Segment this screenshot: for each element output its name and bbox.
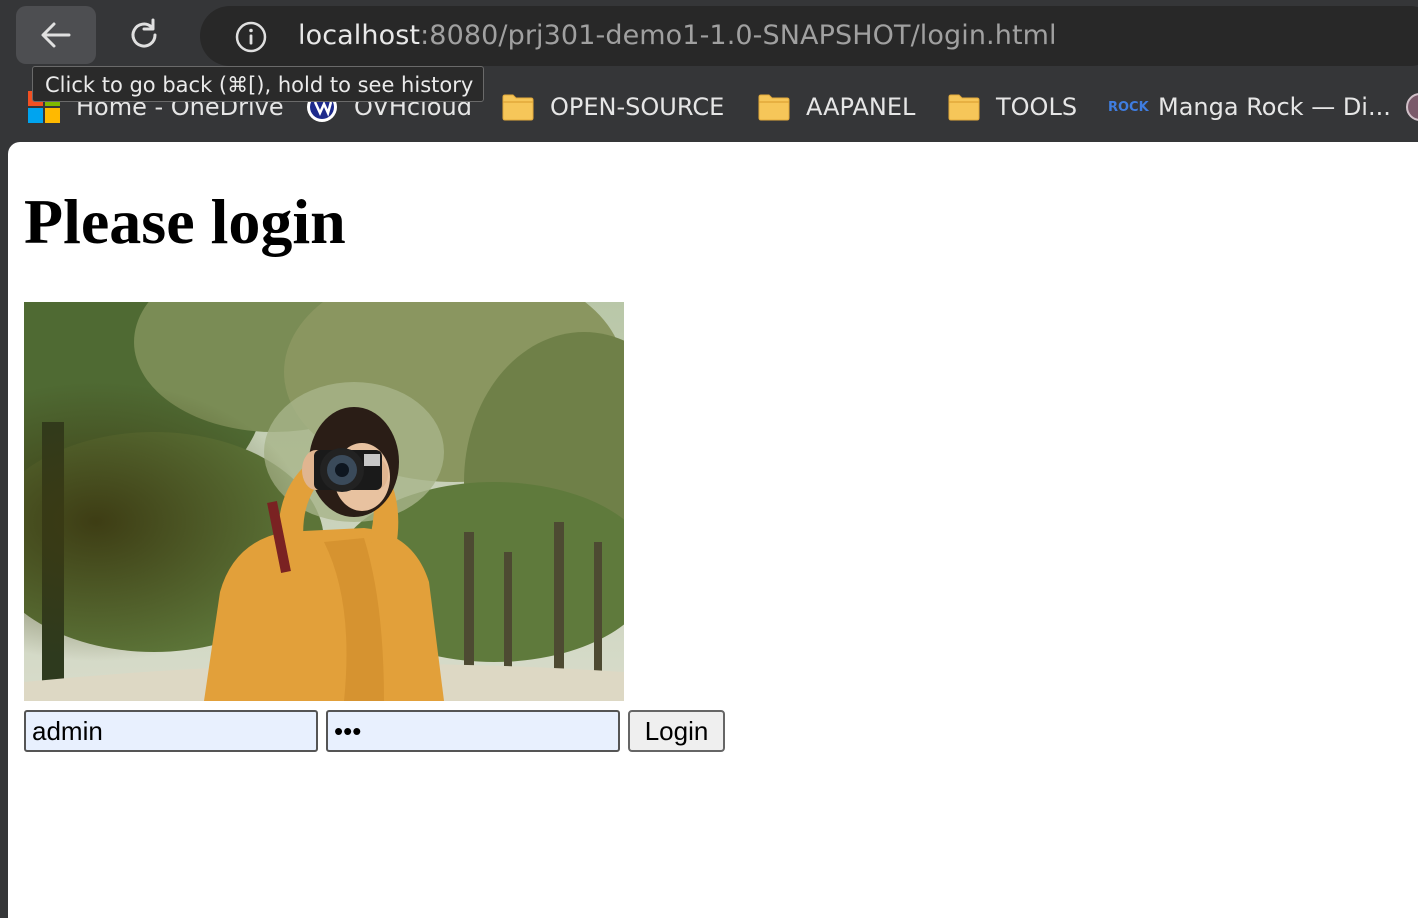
- photographer-image: [24, 302, 624, 701]
- bookmark-label: AAPANEL: [806, 93, 916, 121]
- login-button[interactable]: Login: [628, 710, 725, 752]
- back-button[interactable]: [16, 6, 96, 64]
- bookmark-folder-open-source[interactable]: OPEN-SOURCE: [502, 90, 724, 124]
- reload-icon: [131, 18, 157, 48]
- page-title: Please login: [24, 186, 346, 257]
- avatar-icon: [1406, 93, 1418, 121]
- bookmark-folder-tools[interactable]: TOOLS: [948, 90, 1077, 124]
- url-host: localhost: [298, 20, 421, 51]
- manga-rock-icon: ROCK: [1108, 99, 1149, 115]
- site-info-icon[interactable]: [234, 20, 268, 58]
- folder-icon: [948, 93, 980, 121]
- bookmark-label: Manga Rock — Di...: [1158, 93, 1391, 121]
- bookmark-overflow-item[interactable]: [1404, 90, 1418, 124]
- address-bar[interactable]: localhost:8080/prj301-demo1-1.0-SNAPSHOT…: [200, 6, 1418, 66]
- url-text[interactable]: localhost:8080/prj301-demo1-1.0-SNAPSHOT…: [298, 19, 1057, 53]
- folder-icon: [502, 93, 534, 121]
- browser-toolbar: localhost:8080/prj301-demo1-1.0-SNAPSHOT…: [0, 0, 1418, 72]
- page-viewport: Please login admin Login: [8, 142, 1418, 918]
- bookmark-folder-aapanel[interactable]: AAPANEL: [758, 90, 915, 124]
- back-button-tooltip: Click to go back (⌘[), hold to see histo…: [32, 66, 484, 102]
- bookmark-label: TOOLS: [996, 93, 1078, 121]
- url-path: :8080/prj301-demo1-1.0-SNAPSHOT/login.ht…: [420, 20, 1057, 51]
- username-input[interactable]: [24, 710, 318, 752]
- password-input[interactable]: [326, 710, 620, 752]
- arrow-left-icon: [41, 22, 71, 48]
- reload-button[interactable]: [104, 6, 184, 64]
- folder-icon: [758, 93, 790, 121]
- bookmark-manga-rock[interactable]: ROCK Manga Rock — Di...: [1108, 90, 1391, 124]
- bookmark-label: OPEN-SOURCE: [550, 93, 725, 121]
